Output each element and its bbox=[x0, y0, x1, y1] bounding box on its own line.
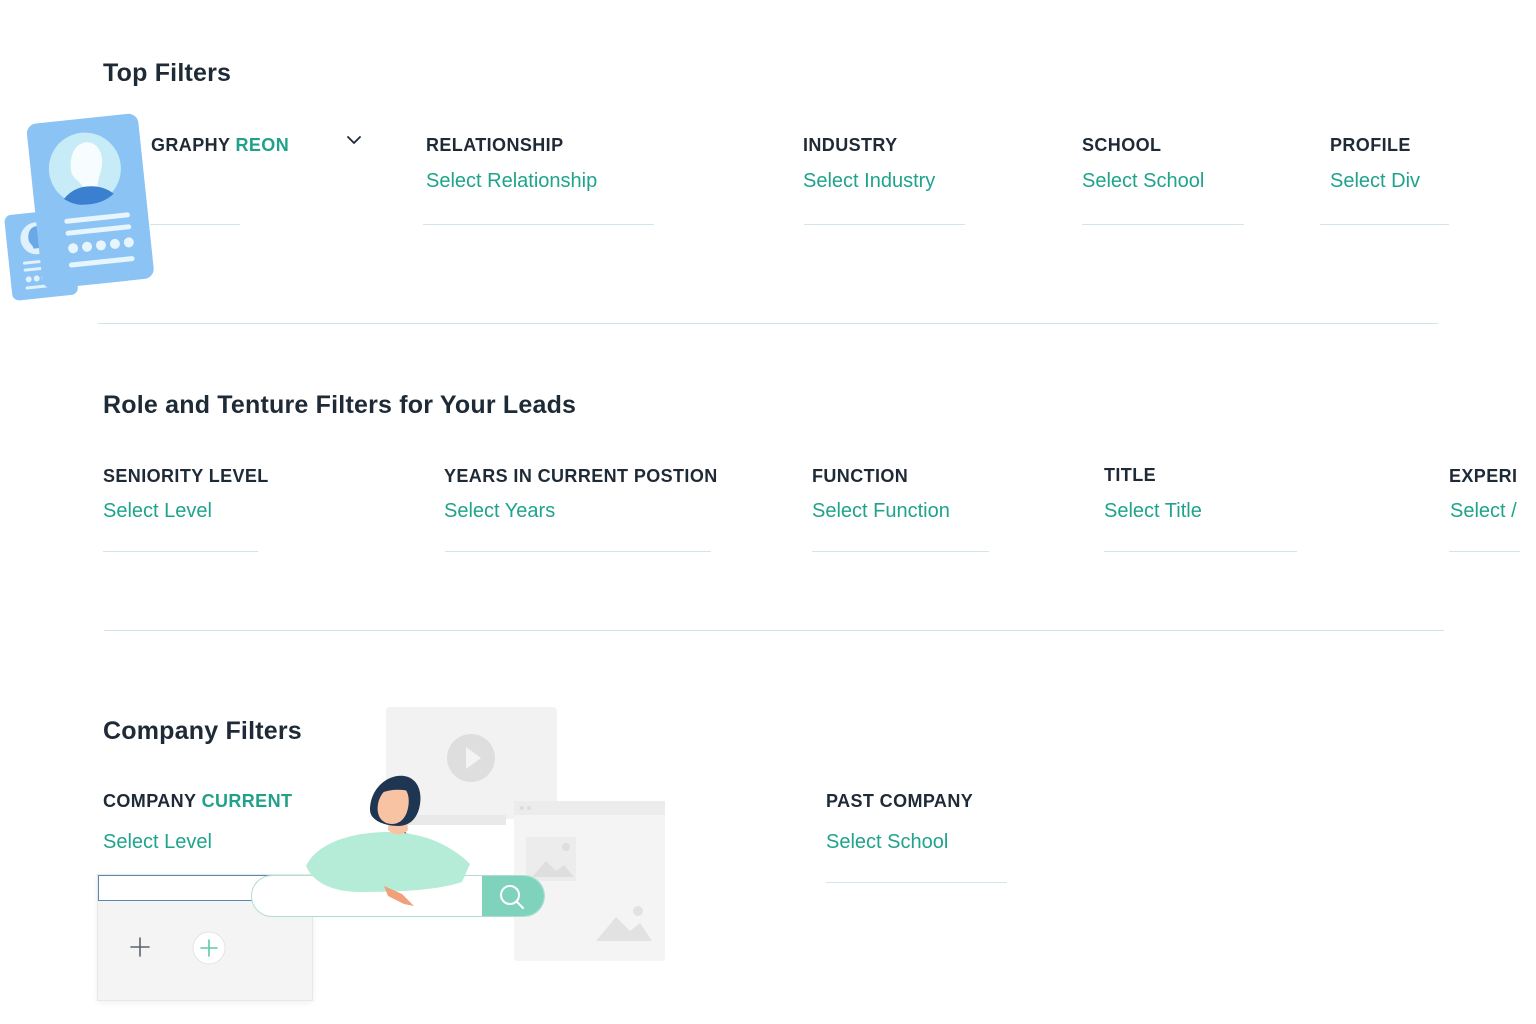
company-current-select[interactable]: Select Level bbox=[103, 831, 212, 854]
school-label: SCHOOL bbox=[1082, 135, 1162, 155]
industry-select[interactable]: Select Industry bbox=[803, 170, 935, 193]
past-company-label: PAST COMPANY bbox=[826, 791, 974, 811]
woman-illustration bbox=[306, 775, 470, 906]
function-underline bbox=[812, 551, 989, 552]
past-company-select[interactable]: Select School bbox=[826, 831, 948, 854]
experience-select[interactable]: Select / bbox=[1450, 500, 1517, 523]
search-button bbox=[482, 876, 544, 916]
profile-underline bbox=[1320, 224, 1449, 225]
industry-label: INDUSTRY bbox=[803, 135, 898, 155]
relationship-underline bbox=[423, 224, 654, 225]
geography-underline bbox=[150, 224, 240, 225]
profile-label: PROFILE bbox=[1330, 135, 1411, 155]
geography-label-accent: REON bbox=[235, 135, 290, 155]
geography-label: GRAPHY REON bbox=[151, 135, 289, 156]
years-select[interactable]: Select Years bbox=[444, 500, 555, 523]
years-label: YEARS IN CURRENT POSTION bbox=[444, 466, 718, 486]
profile-select[interactable]: Select Div bbox=[1330, 170, 1420, 193]
function-select[interactable]: Select Function bbox=[812, 500, 950, 523]
experience-field: EXPERI Select / bbox=[1449, 460, 1520, 560]
title-underline bbox=[1104, 551, 1297, 552]
function-label: FUNCTION bbox=[812, 466, 909, 486]
top-filters-title: Top Filters bbox=[103, 59, 232, 87]
company-filters-title: Company Filters bbox=[103, 717, 302, 745]
section-divider bbox=[104, 630, 1444, 631]
role-filters-title: Role and Tenture Filters for Your Leads bbox=[103, 391, 577, 419]
plus-circle-icon bbox=[192, 931, 226, 965]
title-label: TITLE bbox=[1104, 465, 1156, 485]
relationship-label: RELATIONSHIP bbox=[426, 135, 564, 155]
industry-underline bbox=[804, 224, 965, 225]
geography-label-prefix: GRAPHY bbox=[151, 135, 231, 155]
experience-underline bbox=[1449, 551, 1520, 552]
section-divider bbox=[98, 323, 1438, 324]
profile-card-illustration bbox=[4, 113, 154, 301]
company-current-label-prefix: COMPANY bbox=[103, 791, 197, 811]
chevron-down-icon[interactable] bbox=[346, 134, 362, 146]
seniority-underline bbox=[103, 551, 258, 552]
relationship-select[interactable]: Select Relationship bbox=[426, 170, 597, 193]
school-select[interactable]: Select School bbox=[1082, 170, 1204, 193]
school-underline bbox=[1082, 224, 1244, 225]
company-current-label-accent: CURRENT bbox=[201, 791, 293, 811]
title-select[interactable]: Select Title bbox=[1104, 500, 1202, 523]
years-underline bbox=[445, 551, 711, 552]
search-icon bbox=[500, 885, 524, 909]
plus-icon bbox=[130, 937, 150, 957]
seniority-label: SENIORITY LEVEL bbox=[103, 466, 269, 486]
past-company-underline bbox=[826, 882, 1007, 883]
seniority-select[interactable]: Select Level bbox=[103, 500, 212, 523]
company-current-label: COMPANY CURRENT bbox=[103, 791, 292, 812]
experience-label: EXPERI bbox=[1449, 466, 1518, 486]
